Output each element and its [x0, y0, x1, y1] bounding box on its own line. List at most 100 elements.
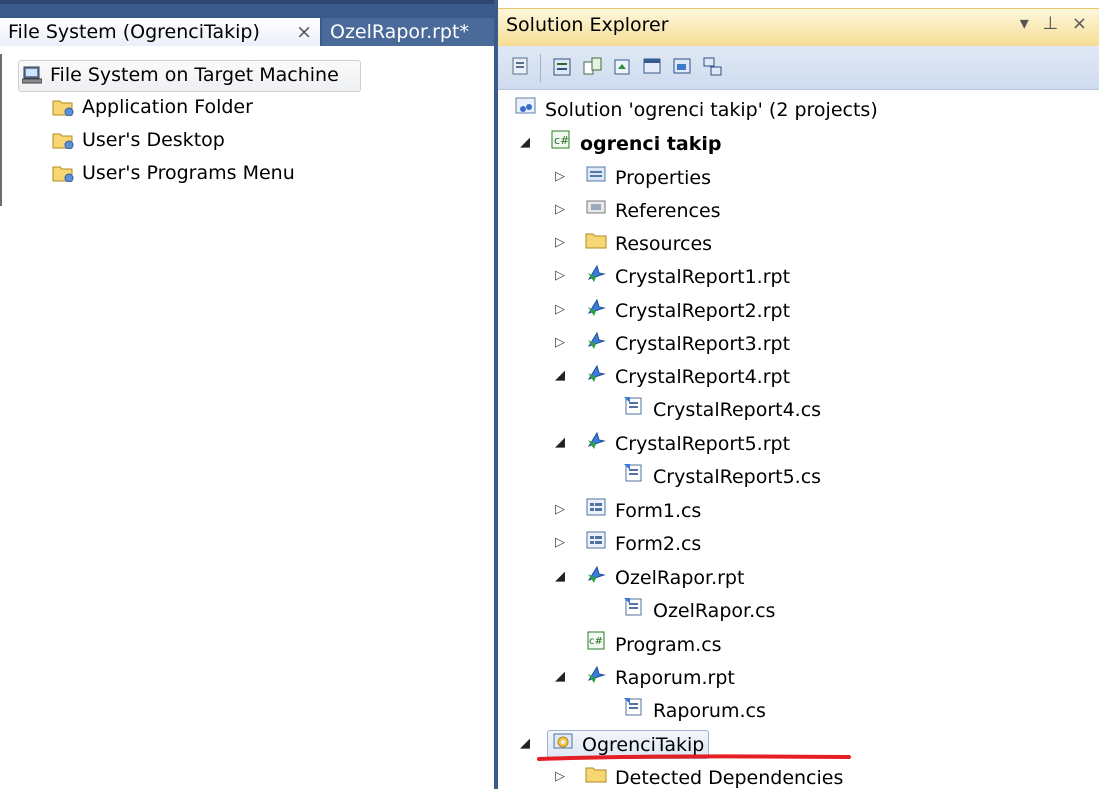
fs-item-users-programs-menu[interactable]: User's Programs Menu [52, 162, 295, 192]
tree-label: OzelRapor.cs [653, 599, 776, 622]
csharp-file-icon: c# [585, 629, 607, 661]
crystal-report-icon [585, 328, 607, 360]
solution-explorer-title-bar[interactable]: Solution Explorer ▾ ⊥ × [498, 8, 1099, 46]
solution-icon[interactable] [510, 56, 532, 78]
document-tab-bar: File System (OgrenciTakip) × OzelRapor.r… [0, 0, 494, 50]
tree-label: CrystalReport5.rpt [615, 432, 791, 455]
crystal-report-icon [585, 295, 607, 327]
window-controls[interactable]: ▾ ⊥ × [1020, 13, 1091, 34]
folder-icon [585, 228, 607, 260]
expand-arrow-icon[interactable]: ▷ [555, 761, 565, 793]
tree-node-crystalreport2[interactable]: CrystalReport2.rpt [585, 294, 790, 326]
crystal-report-icon [585, 428, 607, 460]
tree-label: CrystalReport5.cs [653, 465, 822, 488]
tree-node-raporum[interactable]: Raporum.rpt [585, 661, 735, 693]
tree-label: References [615, 199, 721, 222]
tree-label: Form2.cs [615, 532, 702, 555]
collapse-arrow-icon[interactable]: ◢ [520, 728, 530, 760]
tree-node-ozelrapor-cs[interactable]: OzelRapor.cs [623, 594, 775, 626]
expand-arrow-icon[interactable]: ▷ [555, 260, 565, 292]
tree-node-crystalreport4-cs[interactable]: CrystalReport4.cs [623, 393, 821, 425]
refresh-icon[interactable] [612, 56, 634, 78]
expand-arrow-icon[interactable]: ▷ [555, 527, 565, 559]
close-icon[interactable]: × [296, 21, 312, 43]
solution-icon [515, 94, 537, 126]
expand-arrow-icon[interactable]: ▷ [555, 161, 565, 193]
tree-node-resources[interactable]: Resources [585, 227, 712, 259]
collapse-arrow-icon[interactable]: ◢ [555, 561, 565, 593]
tree-node-ozelrapor[interactable]: OzelRapor.rpt [585, 561, 744, 593]
fs-item-label: User's Programs Menu [82, 162, 295, 184]
tree-label: CrystalReport1.rpt [615, 265, 791, 288]
tree-node-crystalreport5-cs[interactable]: CrystalReport5.cs [623, 460, 821, 492]
expand-arrow-icon[interactable]: ▷ [555, 327, 565, 359]
expand-arrow-icon[interactable]: ▷ [555, 494, 565, 526]
view-designer-icon[interactable] [672, 56, 694, 78]
cs-file-icon [623, 695, 645, 727]
tab-file-system-label: File System (OgrenciTakip) [8, 21, 260, 43]
expand-arrow-icon[interactable]: ▷ [555, 227, 565, 259]
fs-item-application-folder[interactable]: Application Folder [52, 96, 253, 126]
tree-label: Program.cs [615, 633, 722, 656]
tree-label: ogrenci takip [580, 132, 722, 155]
tab-ozelrapor-label: OzelRapor.rpt* [330, 21, 469, 43]
file-system-root-label: File System on Target Machine [50, 64, 339, 86]
expand-arrow-icon[interactable]: ▷ [555, 294, 565, 326]
tree-label: CrystalReport4.cs [653, 398, 822, 421]
form-icon [585, 528, 607, 560]
tree-label: CrystalReport4.rpt [615, 365, 791, 388]
collapse-arrow-icon[interactable]: ◢ [555, 661, 565, 693]
cs-file-icon [623, 461, 645, 493]
class-diagram-icon[interactable] [702, 56, 724, 78]
tree-label: Form1.cs [615, 499, 702, 522]
tree-node-raporum-cs[interactable]: Raporum.cs [623, 694, 766, 726]
tree-node-references[interactable]: References [585, 194, 721, 226]
references-icon [585, 195, 607, 227]
tree-node-project-ogrenci-takip[interactable]: c# ogrenci takip [550, 127, 721, 159]
file-system-root[interactable]: File System on Target Machine [18, 60, 361, 92]
cs-file-icon [623, 394, 645, 426]
tree-node-form2[interactable]: Form2.cs [585, 527, 701, 559]
tree-label: CrystalReport3.rpt [615, 332, 791, 355]
cs-file-icon [623, 595, 645, 627]
collapse-arrow-icon[interactable]: ◢ [520, 127, 530, 159]
collapse-arrow-icon[interactable]: ◢ [555, 427, 565, 459]
fs-item-label: Application Folder [82, 96, 253, 118]
tree-node-form1[interactable]: Form1.cs [585, 494, 701, 526]
csharp-project-icon: c# [550, 128, 572, 160]
tree-node-solution[interactable]: Solution 'ogrenci takip' (2 projects) [515, 93, 878, 125]
view-code-icon[interactable] [642, 56, 664, 78]
solution-explorer-title: Solution Explorer [506, 14, 669, 36]
tree-node-crystalreport1[interactable]: CrystalReport1.rpt [585, 260, 790, 292]
fs-item-users-desktop[interactable]: User's Desktop [52, 129, 225, 159]
expand-arrow-icon[interactable]: ▷ [555, 194, 565, 226]
special-folder-icon [52, 164, 74, 187]
computer-icon [21, 66, 43, 89]
crystal-report-icon [585, 662, 607, 694]
tree-label: Raporum.cs [653, 699, 766, 722]
solution-explorer-toolbar [498, 46, 1099, 90]
tree-label: Properties [615, 166, 712, 189]
tree-label: Solution 'ogrenci takip' (2 projects) [545, 98, 878, 121]
crystal-report-icon [585, 261, 607, 293]
tree-label: CrystalReport2.rpt [615, 299, 791, 322]
tree-node-crystalreport5[interactable]: CrystalReport5.rpt [585, 427, 790, 459]
properties-icon[interactable] [552, 56, 574, 78]
toolbar-separator [540, 54, 541, 82]
tree-node-crystalreport4[interactable]: CrystalReport4.rpt [585, 360, 790, 392]
collapse-arrow-icon[interactable]: ◢ [555, 360, 565, 392]
svg-text:c#: c# [589, 636, 603, 647]
special-folder-icon [52, 131, 74, 154]
show-all-files-icon[interactable] [582, 56, 604, 78]
tree-node-program-cs[interactable]: c# Program.cs [585, 628, 722, 660]
tree-node-crystalreport3[interactable]: CrystalReport3.rpt [585, 327, 790, 359]
crystal-report-icon [585, 562, 607, 594]
crystal-report-icon [585, 361, 607, 393]
special-folder-icon [52, 98, 74, 121]
tree-label: OzelRapor.rpt [615, 566, 745, 589]
properties-icon [585, 162, 607, 194]
svg-text:c#: c# [554, 134, 569, 147]
form-icon [585, 495, 607, 527]
tree-node-properties[interactable]: Properties [585, 161, 711, 193]
tree-node-detected-dependencies[interactable]: Detected Dependencies [585, 761, 843, 793]
